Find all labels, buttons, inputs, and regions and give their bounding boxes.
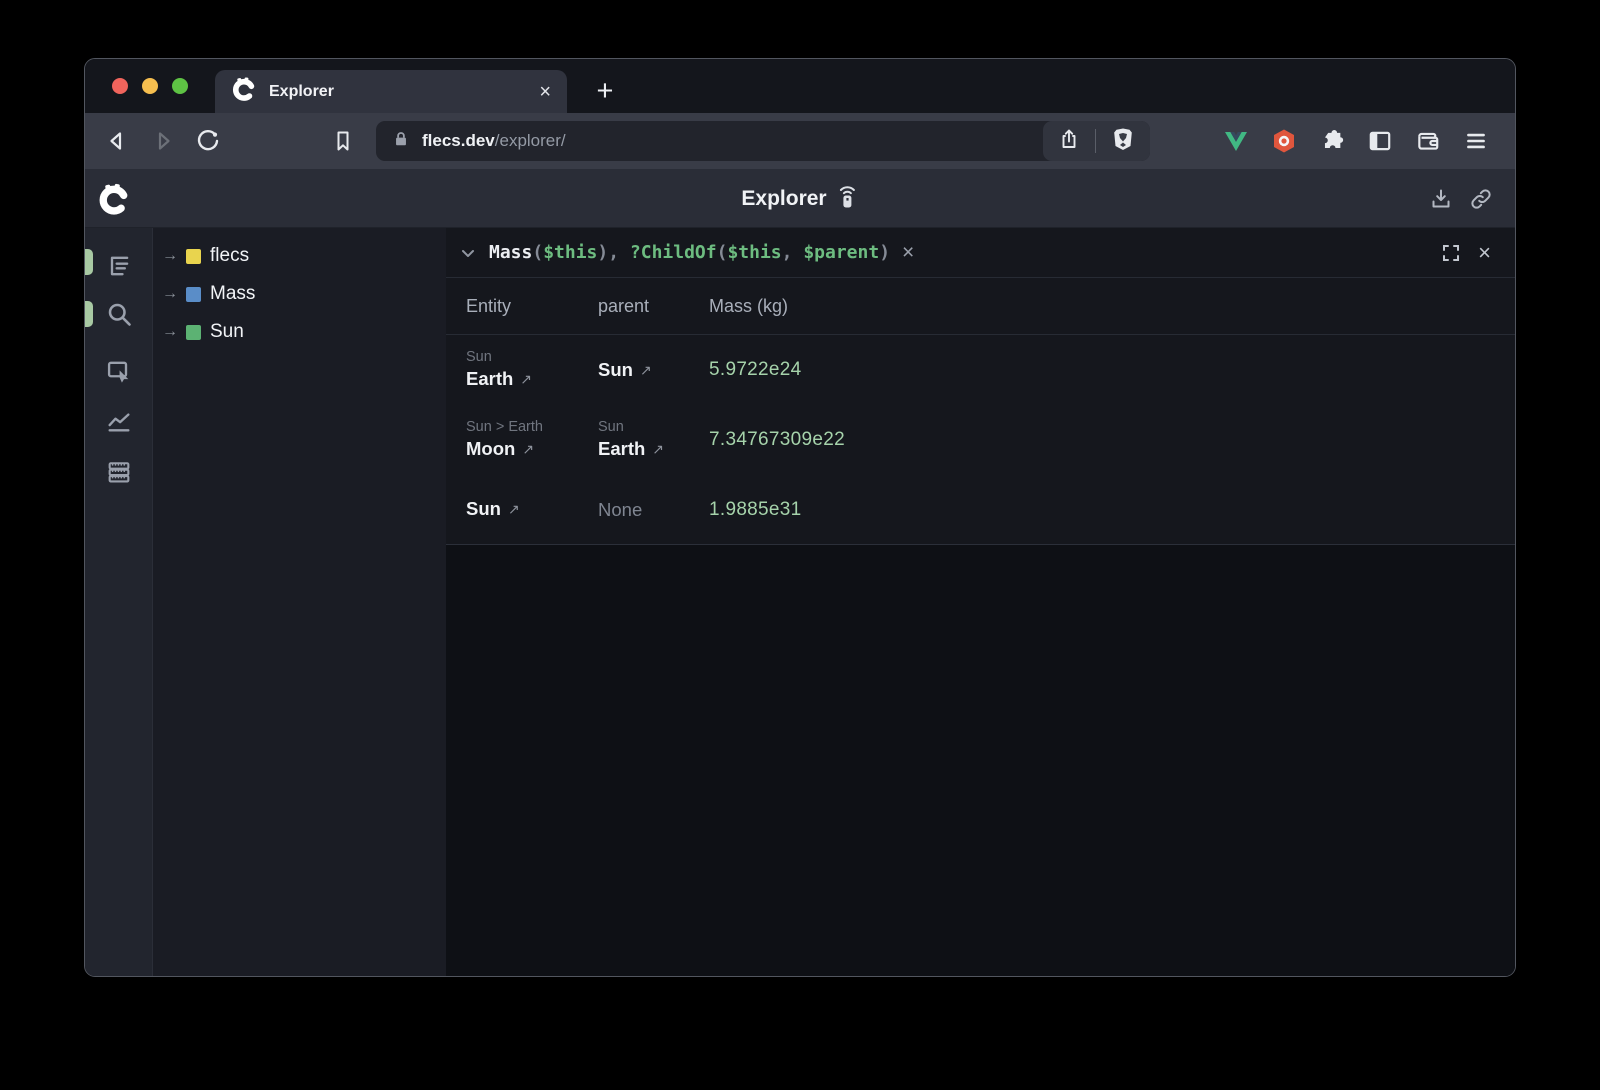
icon-sidebar bbox=[85, 228, 153, 976]
active-indicator bbox=[85, 301, 93, 327]
browser-toolbar: flecs.dev/explorer/ bbox=[85, 113, 1515, 169]
share-icon[interactable] bbox=[1057, 127, 1081, 156]
search-icon[interactable] bbox=[105, 300, 133, 328]
parent-link[interactable]: Sun bbox=[598, 358, 633, 383]
entity-link[interactable]: Earth bbox=[466, 367, 513, 392]
back-button[interactable] bbox=[105, 129, 129, 153]
bookmark-icon[interactable] bbox=[331, 129, 355, 153]
tab-title: Explorer bbox=[269, 83, 334, 101]
header-actions bbox=[1429, 169, 1493, 228]
tree-item-sun[interactable]: → Sun bbox=[153, 313, 446, 351]
entity-link[interactable]: Sun bbox=[466, 497, 501, 522]
url-path: /explorer/ bbox=[495, 131, 566, 150]
app-header: Explorer bbox=[85, 169, 1515, 228]
browser-window: Explorer × + flecs.dev/exp bbox=[84, 58, 1516, 977]
vue-devtools-icon[interactable] bbox=[1223, 128, 1249, 154]
expand-arrow-icon[interactable]: → bbox=[162, 285, 186, 303]
clear-query-icon[interactable]: × bbox=[902, 242, 914, 263]
reload-button[interactable] bbox=[196, 129, 220, 153]
forward-button[interactable] bbox=[151, 129, 175, 153]
component-color-swatch bbox=[186, 287, 201, 302]
external-link-icon: ↗ bbox=[640, 361, 652, 380]
external-link-icon: ↗ bbox=[522, 440, 534, 459]
query-expression[interactable]: Mass($this), ?ChildOf($this, $parent) bbox=[489, 242, 890, 263]
table-row: Sun ↗ None 1.9885e31 bbox=[446, 475, 1515, 544]
column-header-parent[interactable]: parent bbox=[598, 296, 709, 317]
table-row: Sun > Earth Moon ↗ Sun Earth ↗ 7.34767309e… bbox=[446, 405, 1515, 475]
browser-tab[interactable]: Explorer × bbox=[215, 70, 567, 113]
page-title-group: Explorer bbox=[741, 169, 858, 228]
fullscreen-window-button[interactable] bbox=[172, 78, 188, 94]
collapse-chevron-icon[interactable] bbox=[459, 244, 477, 262]
stats-chart-icon[interactable] bbox=[105, 407, 133, 435]
hexagon-extension-icon[interactable] bbox=[1271, 128, 1297, 154]
tree-item-flecs[interactable]: → flecs bbox=[153, 237, 446, 275]
mass-value: 1.9885e31 bbox=[709, 499, 802, 520]
parent-link[interactable]: Earth bbox=[598, 437, 645, 462]
memory-icon[interactable] bbox=[105, 458, 133, 486]
parent-none: None bbox=[598, 499, 642, 520]
remote-connection-icon[interactable] bbox=[837, 183, 859, 215]
expand-arrow-icon[interactable]: → bbox=[162, 247, 186, 265]
panel-empty-area bbox=[446, 544, 1515, 976]
app-content: → flecs → Mass → Sun bbox=[85, 228, 1515, 976]
url-domain: flecs.dev bbox=[422, 131, 495, 150]
desktop: Explorer × + flecs.dev/exp bbox=[0, 0, 1600, 1090]
entity-link[interactable]: Moon bbox=[466, 437, 515, 462]
module-color-swatch bbox=[186, 249, 201, 264]
entity-color-swatch bbox=[186, 325, 201, 340]
tree-item-mass[interactable]: → Mass bbox=[153, 275, 446, 313]
parent-path: Sun bbox=[598, 418, 709, 437]
download-icon[interactable] bbox=[1429, 187, 1453, 211]
wallet-icon[interactable] bbox=[1415, 128, 1441, 154]
column-header-mass[interactable]: Mass (kg) bbox=[709, 296, 1515, 317]
tree-item-label: Mass bbox=[210, 283, 255, 305]
close-window-button[interactable] bbox=[112, 78, 128, 94]
traffic-lights bbox=[112, 78, 188, 94]
mass-value: 7.34767309e22 bbox=[709, 429, 845, 450]
entity-path: Sun > Earth bbox=[466, 418, 598, 437]
fullscreen-icon[interactable] bbox=[1442, 244, 1460, 262]
tab-strip: Explorer × + bbox=[85, 59, 1515, 113]
column-header-entity[interactable]: Entity bbox=[446, 296, 598, 317]
lock-icon bbox=[392, 130, 410, 153]
tree-item-label: flecs bbox=[210, 245, 249, 267]
url-text: flecs.dev/explorer/ bbox=[422, 131, 566, 151]
sidebar-toggle-icon[interactable] bbox=[1367, 128, 1393, 154]
expand-arrow-icon[interactable]: → bbox=[162, 323, 186, 341]
flecs-logo-icon bbox=[97, 182, 131, 216]
tree-view-icon[interactable] bbox=[105, 252, 133, 280]
extension-icons bbox=[1223, 128, 1489, 154]
link-icon[interactable] bbox=[1469, 187, 1493, 211]
external-link-icon: ↗ bbox=[652, 440, 664, 459]
table-row: Sun Earth ↗ Sun ↗ 5.9722e24 bbox=[446, 335, 1515, 405]
query-bar: Mass($this), ?ChildOf($this, $parent) × … bbox=[446, 228, 1515, 278]
brave-shields-icon[interactable] bbox=[1110, 126, 1136, 157]
query-panel: Mass($this), ?ChildOf($this, $parent) × … bbox=[446, 228, 1515, 976]
entity-path: Sun bbox=[466, 348, 598, 367]
external-link-icon: ↗ bbox=[520, 370, 532, 389]
active-indicator bbox=[85, 249, 93, 275]
menu-icon[interactable] bbox=[1463, 128, 1489, 154]
extensions-puzzle-icon[interactable] bbox=[1319, 128, 1345, 154]
query-panel-actions: × bbox=[1442, 242, 1515, 264]
page-title: Explorer bbox=[741, 187, 826, 211]
close-panel-icon[interactable]: × bbox=[1478, 242, 1491, 264]
table-header: Entity parent Mass (kg) bbox=[446, 278, 1515, 335]
urlbar-actions bbox=[1043, 121, 1150, 161]
mass-value: 5.9722e24 bbox=[709, 359, 802, 380]
divider bbox=[1095, 129, 1096, 153]
external-link-icon: ↗ bbox=[508, 500, 520, 519]
entity-tree-panel: → flecs → Mass → Sun bbox=[153, 228, 446, 976]
tree-item-label: Sun bbox=[210, 321, 244, 343]
tab-close-icon[interactable]: × bbox=[539, 82, 551, 102]
new-tab-button[interactable]: + bbox=[587, 70, 623, 113]
minimize-window-button[interactable] bbox=[142, 78, 158, 94]
flecs-favicon-icon bbox=[231, 76, 257, 107]
inspect-icon[interactable] bbox=[105, 357, 133, 385]
address-bar[interactable]: flecs.dev/explorer/ bbox=[376, 121, 1150, 161]
